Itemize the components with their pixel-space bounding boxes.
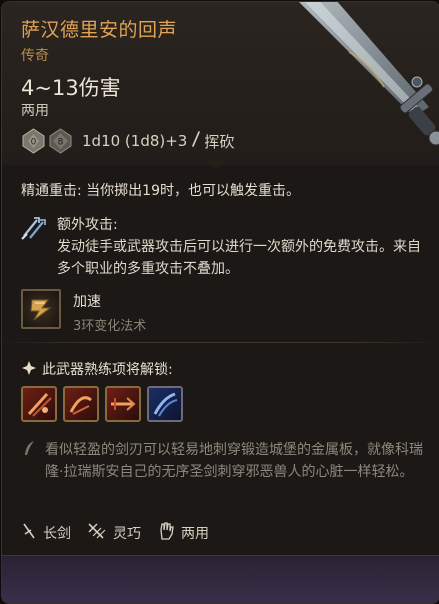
- tag-longsword: 长剑: [21, 522, 71, 544]
- d10-icon: 0: [21, 128, 46, 154]
- weapon-actions: [21, 386, 189, 422]
- critical-effect: 精通重击: 当你掷出19时，也可以触发重击。: [21, 183, 300, 199]
- tag-label: 灵巧: [113, 526, 141, 542]
- tag-label: 长剑: [43, 526, 71, 542]
- longsword-artwork-icon: [299, 2, 439, 146]
- damage-range: 4~13伤害: [21, 76, 121, 100]
- weapon-action-4-icon[interactable]: [147, 386, 183, 422]
- weapon-action-2-icon[interactable]: [63, 386, 99, 422]
- longsword-icon: [21, 522, 37, 544]
- lore-quill-icon: [22, 440, 36, 462]
- spell-level: 3环变化法术: [73, 319, 147, 334]
- tag-versatile: 两用: [157, 521, 209, 545]
- item-tooltip: 萨汉德里安的回声 传奇 4~13伤害 两用 0 8 1d10 (1d8)+3 挥…: [1, 1, 439, 604]
- tag-label: 两用: [181, 526, 209, 542]
- tooltip-footer: [2, 555, 439, 603]
- slashing-icon: [191, 131, 201, 151]
- svg-text:0: 0: [31, 138, 37, 148]
- dice-row: 0 8 1d10 (1d8)+3 挥砍: [21, 126, 234, 156]
- versatile-hand-icon: [157, 521, 175, 545]
- tooltip-header: 萨汉德里安的回声 传奇 4~13伤害 两用 0 8 1d10 (1d8)+3 挥…: [2, 2, 439, 165]
- handedness: 两用: [21, 103, 49, 119]
- header-divider: [202, 158, 230, 168]
- spell-name: 加速: [73, 294, 101, 310]
- extra-attack-description: 发动徒手或武器攻击后可以进行一次额外的免费攻击。来自多个职业的多重攻击不叠加。: [57, 239, 421, 277]
- proficiency-title: 此武器熟练项将解锁:: [42, 362, 173, 378]
- lore-text: 看似轻盈的剑刃可以轻易地刺穿锻造城堡的金属板，就像科瑞隆·拉瑞斯安自己的无序圣剑…: [45, 442, 423, 480]
- dice-formula: 1d10 (1d8)+3: [82, 132, 188, 150]
- damage-type: 挥砍: [204, 132, 235, 151]
- item-rarity: 传奇: [21, 48, 49, 64]
- section-divider: [2, 342, 439, 343]
- weapon-action-3-icon[interactable]: [105, 386, 141, 422]
- extra-attack-title: 额外攻击:: [57, 217, 118, 233]
- d8-icon: 8: [48, 128, 73, 154]
- proficiency-star-icon: [21, 360, 37, 380]
- item-name: 萨汉德里安的回声: [21, 19, 178, 41]
- extra-attack-icon: [19, 212, 49, 246]
- finesse-icon: [87, 522, 107, 544]
- svg-text:8: 8: [58, 138, 64, 148]
- weapon-tags: 长剑 灵巧 两用: [21, 521, 225, 545]
- haste-spell-icon[interactable]: [21, 289, 61, 329]
- weapon-action-1-icon[interactable]: [21, 386, 57, 422]
- tag-finesse: 灵巧: [87, 522, 141, 544]
